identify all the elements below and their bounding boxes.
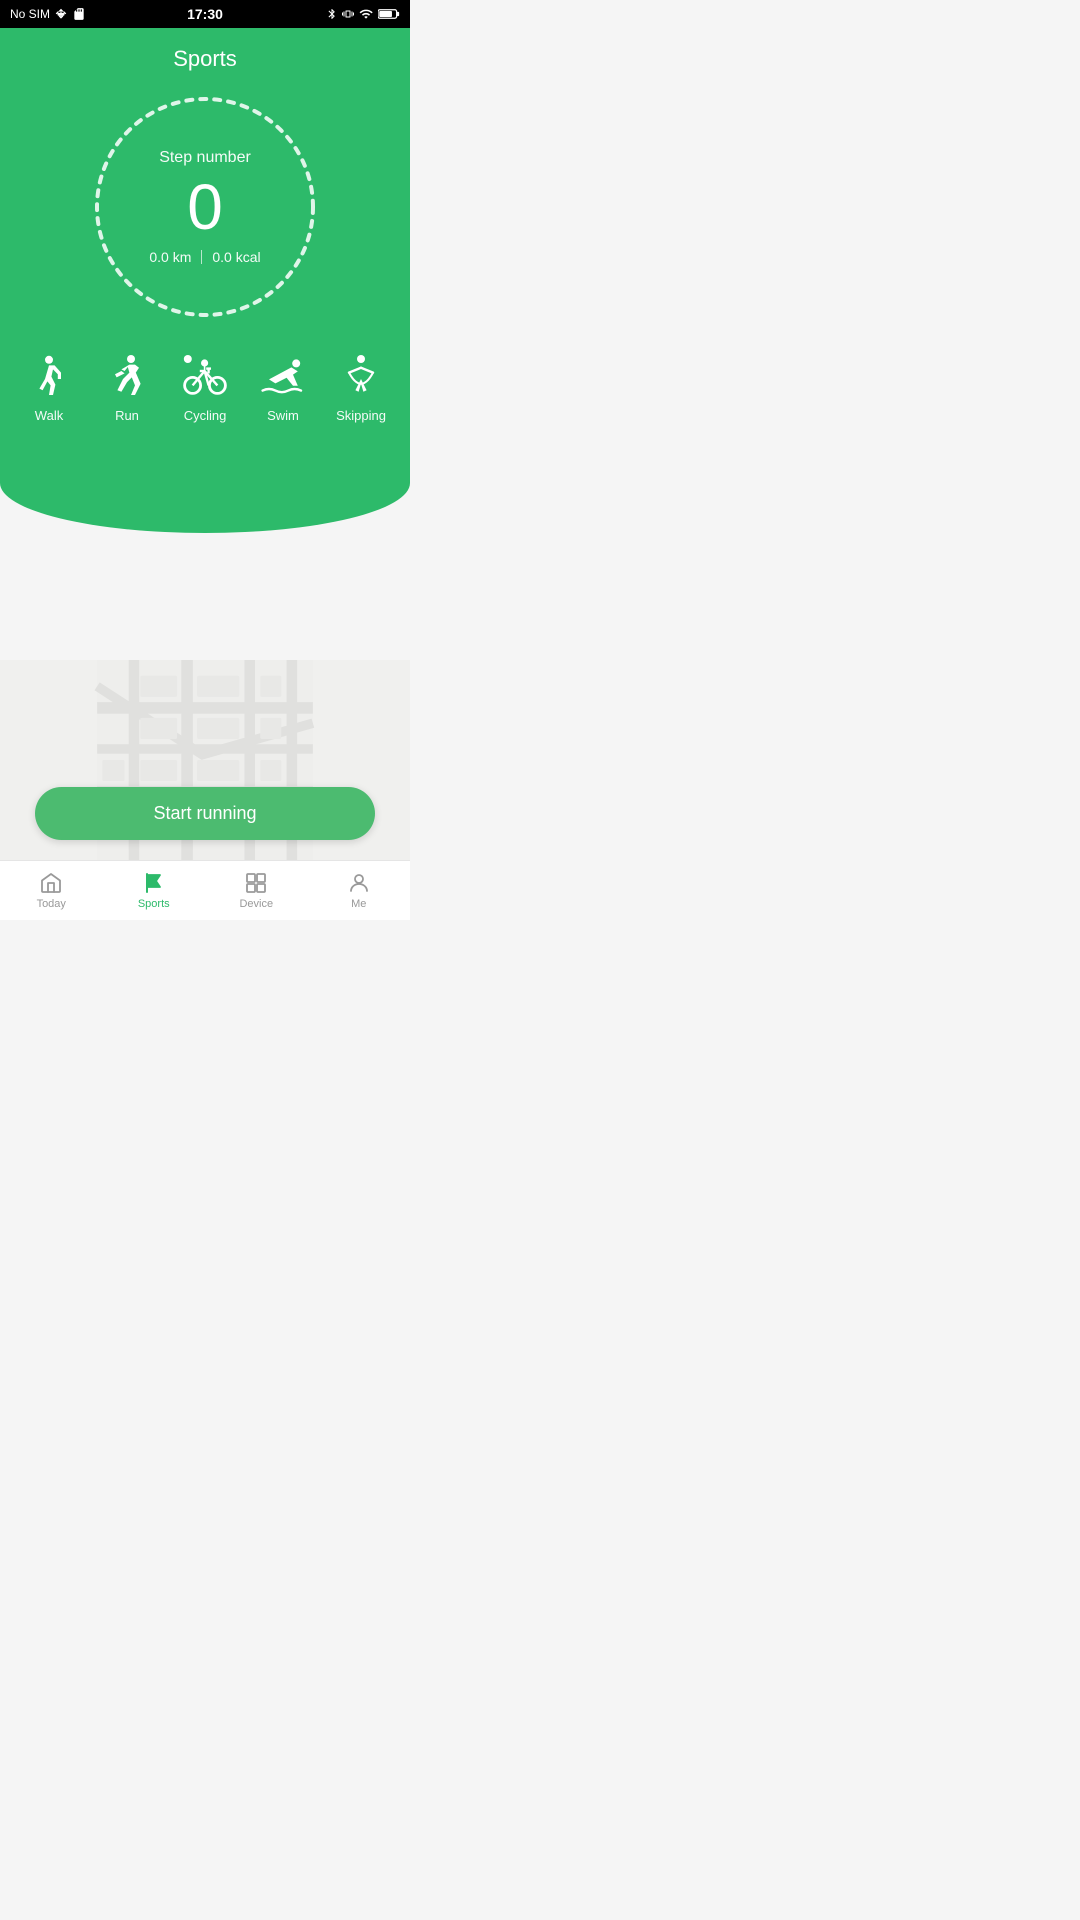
stat-divider xyxy=(201,250,202,264)
activity-cycling[interactable]: Cycling xyxy=(175,352,235,423)
nav-today-label: Today xyxy=(37,898,66,910)
nav-me-label: Me xyxy=(351,898,366,910)
swim-icon xyxy=(258,352,308,402)
calories-value: 0.0 kcal xyxy=(212,249,260,265)
step-counter-container: Step number 0 0.0 km 0.0 kcal xyxy=(0,82,410,342)
no-sim-text: No SIM xyxy=(10,7,50,21)
nav-sports[interactable]: Sports xyxy=(119,867,189,914)
home-icon xyxy=(39,871,63,895)
bluetooth-icon xyxy=(326,7,338,21)
step-stats: 0.0 km 0.0 kcal xyxy=(149,249,260,265)
status-time: 17:30 xyxy=(187,6,223,22)
skipping-icon xyxy=(336,352,386,402)
start-button-container: Start running xyxy=(0,787,410,840)
circle-inner: Step number 0 0.0 km 0.0 kcal xyxy=(149,149,260,265)
battery-icon xyxy=(378,8,400,20)
dotted-circle: Step number 0 0.0 km 0.0 kcal xyxy=(90,92,320,322)
activity-walk[interactable]: Walk xyxy=(19,352,79,423)
skipping-label: Skipping xyxy=(336,408,386,423)
nav-today[interactable]: Today xyxy=(16,867,86,914)
step-label: Step number xyxy=(149,149,260,167)
bottom-nav: Today Sports Device xyxy=(0,860,410,920)
device-icon xyxy=(244,871,268,895)
vibrate-icon xyxy=(342,7,354,21)
status-right xyxy=(326,7,400,21)
swim-label: Swim xyxy=(267,408,299,423)
flag-icon xyxy=(142,871,166,895)
usb-icon xyxy=(54,7,68,21)
activity-skipping[interactable]: Skipping xyxy=(331,352,391,423)
distance-value: 0.0 km xyxy=(149,249,191,265)
activity-row: Walk Run xyxy=(0,342,410,453)
run-icon xyxy=(102,352,152,402)
cycling-label: Cycling xyxy=(184,408,227,423)
walk-icon xyxy=(24,352,74,402)
step-count: 0 xyxy=(149,175,260,239)
start-running-button[interactable]: Start running xyxy=(35,787,375,840)
nav-device[interactable]: Device xyxy=(221,867,291,914)
activity-run[interactable]: Run xyxy=(97,352,157,423)
green-section: Sports Step number 0 0.0 km 0.0 kcal xyxy=(0,28,410,533)
walk-label: Walk xyxy=(35,408,63,423)
nav-sports-label: Sports xyxy=(138,898,170,910)
sd-icon xyxy=(72,7,86,21)
status-left: No SIM xyxy=(10,7,86,21)
page-title: Sports xyxy=(0,28,410,82)
nav-me[interactable]: Me xyxy=(324,867,394,914)
run-label: Run xyxy=(115,408,139,423)
status-bar: No SIM 17:30 xyxy=(0,0,410,28)
nav-device-label: Device xyxy=(239,898,273,910)
wifi-icon xyxy=(358,7,374,21)
profile-icon xyxy=(347,871,371,895)
cycling-icon xyxy=(180,352,230,402)
activity-swim[interactable]: Swim xyxy=(253,352,313,423)
